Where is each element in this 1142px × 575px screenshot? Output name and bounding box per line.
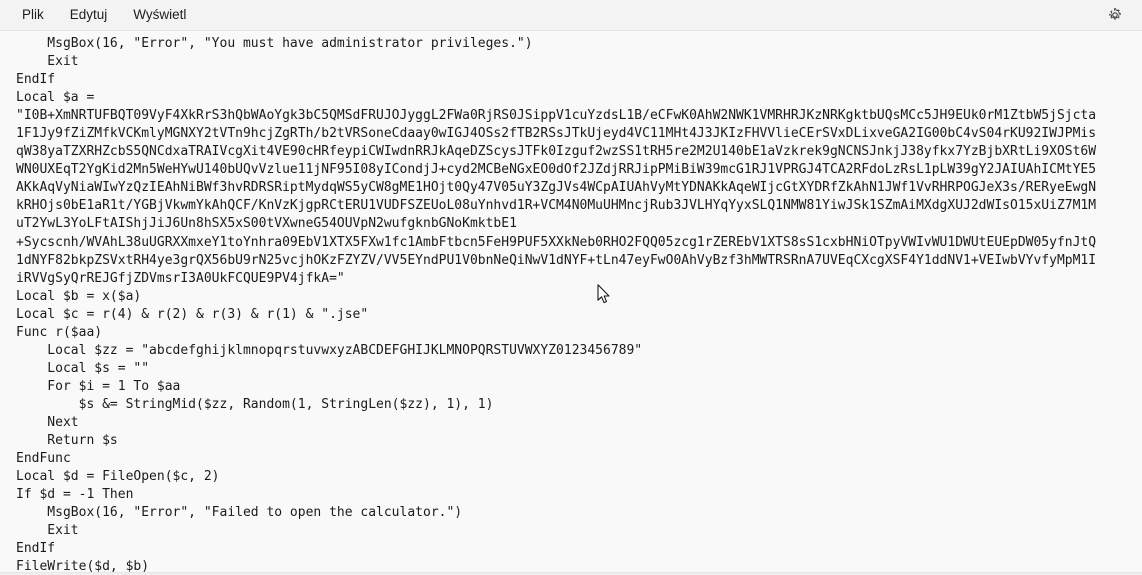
menu-item-file[interactable]: Plik — [10, 3, 56, 27]
text-editor-area[interactable]: MsgBox(16, "Error", "You must have admin… — [0, 31, 1142, 575]
menu-item-edit[interactable]: Edytuj — [58, 3, 120, 27]
settings-button[interactable] — [1100, 3, 1130, 27]
menu-item-view[interactable]: Wyświetl — [121, 3, 198, 27]
notepad-window: Plik Edytuj Wyświetl MsgBox(16, "Error",… — [0, 0, 1142, 575]
menu-item-group: Plik Edytuj Wyświetl — [10, 3, 198, 27]
menu-bar: Plik Edytuj Wyświetl — [0, 0, 1142, 31]
editor-content[interactable]: MsgBox(16, "Error", "You must have admin… — [0, 31, 1142, 575]
gear-icon — [1107, 7, 1123, 23]
